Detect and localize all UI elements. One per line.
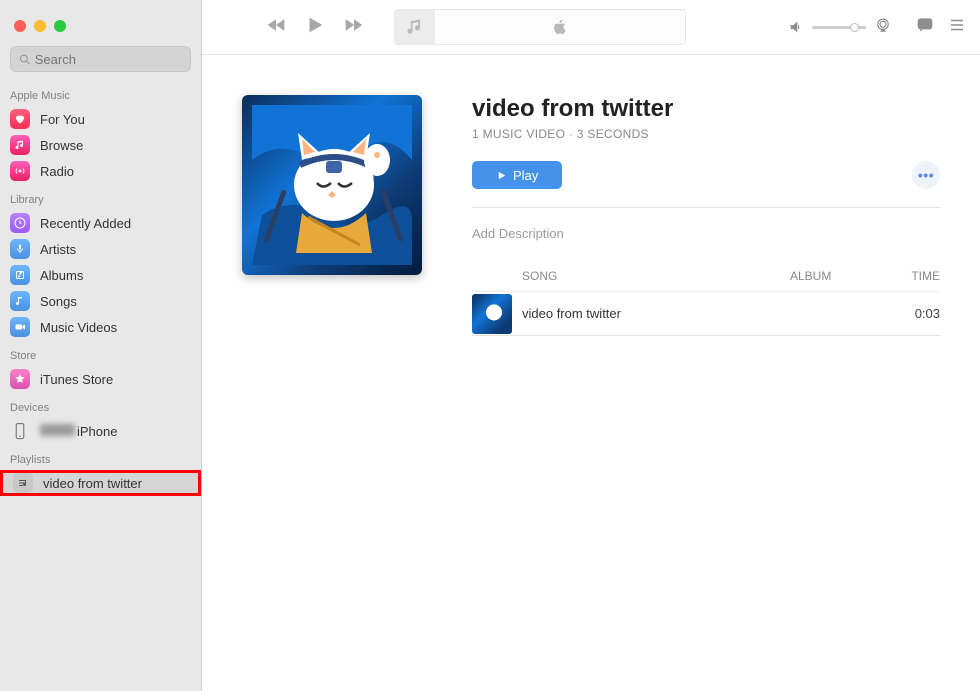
column-album[interactable]: ALBUM xyxy=(790,269,890,283)
zoom-window[interactable] xyxy=(54,20,66,32)
video-icon xyxy=(10,317,30,337)
device-name-blurred xyxy=(40,424,77,439)
track-table: SONG ALBUM TIME video from twitter 0:03 xyxy=(472,269,940,336)
track-duration: 0:03 xyxy=(890,306,940,321)
volume-icon xyxy=(788,19,804,35)
sidebar-item-playlist-active[interactable]: video from twitter xyxy=(0,470,201,496)
track-artwork xyxy=(472,294,512,334)
main-panel: video from twitter 1 MUSIC VIDEO · 3 SEC… xyxy=(202,0,980,691)
sidebar-item-itunes-store[interactable]: iTunes Store xyxy=(0,366,201,392)
now-playing-lcd[interactable] xyxy=(394,9,686,45)
column-song[interactable]: SONG xyxy=(522,269,790,283)
cat-artwork-illustration xyxy=(252,105,412,265)
sidebar-label: Songs xyxy=(40,294,77,309)
lyrics-button[interactable] xyxy=(916,16,934,39)
music-icon xyxy=(395,10,435,44)
volume-slider[interactable] xyxy=(812,26,866,29)
queue-button[interactable] xyxy=(948,16,966,39)
album-icon xyxy=(10,265,30,285)
play-button[interactable]: Play xyxy=(472,161,562,189)
ellipsis-icon: ••• xyxy=(918,167,934,183)
previous-button[interactable] xyxy=(266,15,286,40)
add-description[interactable]: Add Description xyxy=(472,226,940,241)
table-row[interactable]: video from twitter 0:03 xyxy=(472,291,940,335)
section-apple-music: Apple Music xyxy=(0,80,201,106)
clock-icon xyxy=(10,213,30,233)
sidebar-item-foryou[interactable]: For You xyxy=(0,106,201,132)
volume-controls xyxy=(788,16,892,39)
section-library: Library xyxy=(0,184,201,210)
sidebar-item-albums[interactable]: Albums xyxy=(0,262,201,288)
radio-icon xyxy=(10,161,30,181)
table-header: SONG ALBUM TIME xyxy=(472,269,940,291)
sidebar-label: video from twitter xyxy=(43,476,142,491)
section-store: Store xyxy=(0,340,201,366)
playback-controls xyxy=(266,14,364,41)
separator xyxy=(472,335,940,336)
sidebar-item-device[interactable]: iPhone xyxy=(0,418,201,444)
sidebar-label: Music Videos xyxy=(40,320,117,335)
playlist-icon xyxy=(13,473,33,493)
airplay-button[interactable] xyxy=(874,16,892,39)
sidebar: Apple Music For You Browse Radio Library… xyxy=(0,0,202,691)
next-button[interactable] xyxy=(344,15,364,40)
sidebar-item-artists[interactable]: Artists xyxy=(0,236,201,262)
sidebar-item-songs[interactable]: Songs xyxy=(0,288,201,314)
play-pause-button[interactable] xyxy=(304,14,326,41)
note-icon xyxy=(10,291,30,311)
sidebar-label: iPhone xyxy=(77,424,117,439)
mic-icon xyxy=(10,239,30,259)
heart-icon xyxy=(10,109,30,129)
separator xyxy=(472,207,940,208)
playlist-subtitle: 1 MUSIC VIDEO · 3 SECONDS xyxy=(472,127,940,141)
sidebar-label: Albums xyxy=(40,268,83,283)
sidebar-label: iTunes Store xyxy=(40,372,113,387)
music-note-icon xyxy=(10,135,30,155)
toolbar xyxy=(202,0,980,55)
search-input[interactable] xyxy=(35,52,182,67)
sidebar-label: Recently Added xyxy=(40,216,131,231)
phone-icon xyxy=(10,421,30,441)
column-time[interactable]: TIME xyxy=(890,269,940,283)
sidebar-item-browse[interactable]: Browse xyxy=(0,132,201,158)
apple-logo-icon xyxy=(435,10,685,44)
minimize-window[interactable] xyxy=(34,20,46,32)
window-controls xyxy=(0,0,201,46)
sidebar-item-recent[interactable]: Recently Added xyxy=(0,210,201,236)
sidebar-label: Browse xyxy=(40,138,83,153)
play-icon xyxy=(496,170,507,181)
search-icon xyxy=(19,53,31,66)
section-devices: Devices xyxy=(0,392,201,418)
section-playlists: Playlists xyxy=(0,444,201,470)
sidebar-item-videos[interactable]: Music Videos xyxy=(0,314,201,340)
search-box[interactable] xyxy=(10,46,191,72)
close-window[interactable] xyxy=(14,20,26,32)
playlist-artwork xyxy=(242,95,422,275)
playlist-title: video from twitter xyxy=(472,95,940,123)
sidebar-item-radio[interactable]: Radio xyxy=(0,158,201,184)
track-title: video from twitter xyxy=(522,306,790,321)
star-icon xyxy=(10,369,30,389)
play-button-label: Play xyxy=(513,168,538,183)
more-options-button[interactable]: ••• xyxy=(912,161,940,189)
sidebar-label: For You xyxy=(40,112,85,127)
sidebar-label: Artists xyxy=(40,242,76,257)
sidebar-label: Radio xyxy=(40,164,74,179)
